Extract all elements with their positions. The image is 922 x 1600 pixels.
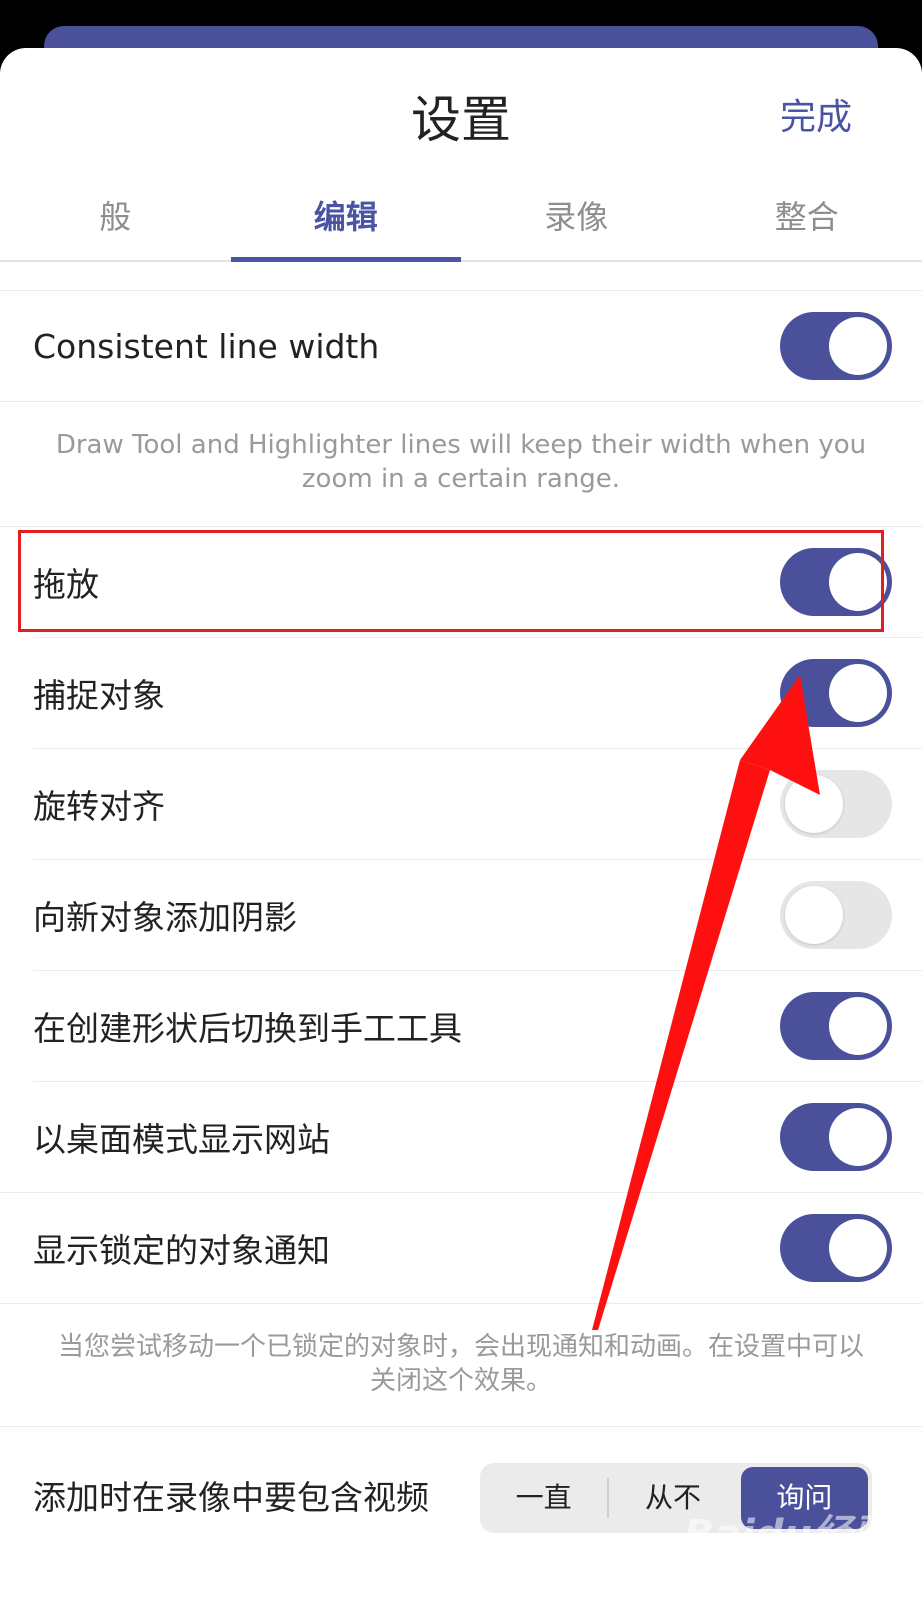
setting-snap-objects: 捕捉对象 <box>0 638 922 748</box>
add-shadow-toggle[interactable] <box>780 881 892 949</box>
consistent-line-width-note: Draw Tool and Highlighter lines will kee… <box>55 430 867 494</box>
tab-edit[interactable]: 编辑 <box>230 180 462 262</box>
toggle-knob <box>785 775 843 833</box>
setting-desktop-mode: 以桌面模式显示网站 <box>0 1082 922 1192</box>
setting-label: 添加时在录像中要包含视频 <box>33 1478 429 1517</box>
setting-label: 捕捉对象 <box>33 676 165 715</box>
baidu-watermark: Baidu经验 <box>683 1512 892 1558</box>
locked-notice-toggle[interactable] <box>780 1214 892 1282</box>
toggle-knob <box>785 886 843 944</box>
setting-consistent-line-width: Consistent line width <box>0 291 922 401</box>
settings-list: Consistent line width Draw Tool and High… <box>0 264 922 1569</box>
tab-general[interactable]: 般 <box>0 180 231 260</box>
rotate-align-toggle[interactable] <box>780 770 892 838</box>
annotation-highlight-box <box>18 530 884 632</box>
tab-bar: 般 编辑 录像 整合 <box>0 180 922 262</box>
setting-label: 在创建形状后切换到手工工具 <box>33 1009 462 1048</box>
setting-label: Consistent line width <box>33 326 380 366</box>
toggle-knob <box>829 317 887 375</box>
tab-recording[interactable]: 录像 <box>461 180 692 260</box>
done-button[interactable]: 完成 <box>780 88 852 140</box>
toggle-knob <box>829 997 887 1055</box>
locked-notice-note: 当您尝试移动一个已锁定的对象时，会出现通知和动画。在设置中可以关闭这个效果。 <box>57 1332 864 1396</box>
consistent-line-width-toggle[interactable] <box>780 312 892 380</box>
toggle-knob <box>829 1219 887 1277</box>
setting-label: 旋转对齐 <box>33 787 165 826</box>
setting-label: 向新对象添加阴影 <box>33 898 297 937</box>
setting-add-shadow: 向新对象添加阴影 <box>0 860 922 970</box>
snap-objects-toggle[interactable] <box>780 659 892 727</box>
setting-label: 显示锁定的对象通知 <box>33 1231 330 1270</box>
setting-label: 以桌面模式显示网站 <box>33 1120 330 1159</box>
desktop-mode-toggle[interactable] <box>780 1103 892 1171</box>
setting-rotate-align: 旋转对齐 <box>0 749 922 859</box>
toggle-knob <box>829 1108 887 1166</box>
toggle-knob <box>829 664 887 722</box>
tab-integration[interactable]: 整合 <box>692 180 922 260</box>
segment-always[interactable]: 一直 <box>480 1463 607 1533</box>
setting-locked-notice: 显示锁定的对象通知 <box>0 1193 922 1303</box>
setting-switch-hand-tool: 在创建形状后切换到手工工具 <box>0 971 922 1081</box>
switch-hand-tool-toggle[interactable] <box>780 992 892 1060</box>
